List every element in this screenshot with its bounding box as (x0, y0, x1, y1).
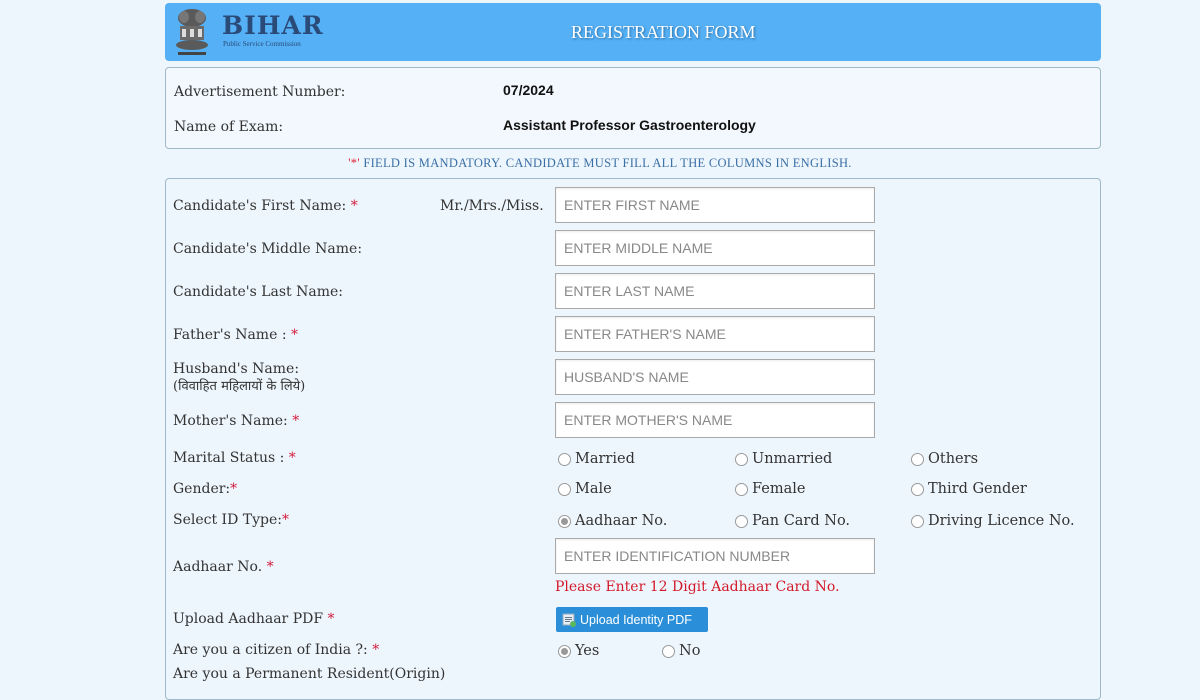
option-label: Pan Card No. (752, 513, 851, 529)
mandatory-notice: '*' FIELD IS MANDATORY. CANDIDATE MUST F… (0, 156, 1200, 171)
notice-text: FIELD IS MANDATORY. CANDIDATE MUST FILL … (359, 156, 852, 170)
advertisement-number-label: Advertisement Number: (174, 84, 346, 100)
option-label: Unmarried (752, 451, 833, 467)
aadhaar-label: Aadhaar No. * (173, 559, 274, 575)
option-label: Male (575, 481, 612, 497)
citizen-no-radio[interactable]: No (662, 643, 700, 659)
option-label: Others (928, 451, 979, 467)
required-marker: * (350, 198, 358, 214)
father-name-input[interactable] (555, 316, 875, 352)
required-marker: * (291, 327, 298, 343)
national-emblem-icon (170, 6, 214, 58)
citizen-label-text: Are you a citizen of India ?: (173, 642, 368, 658)
salutation-label: Mr./Mrs./Miss. (440, 198, 544, 214)
husband-name-label-text: Husband's Name: (173, 361, 300, 377)
id-type-label: Select ID Type:* (173, 512, 289, 528)
advertisement-number-value: 07/2024 (503, 82, 554, 98)
first-name-label: Candidate's First Name: * (173, 198, 358, 214)
id-driving-licence-radio[interactable]: Driving Licence No. (911, 513, 1075, 529)
required-marker: * (230, 481, 238, 497)
upload-file-icon (562, 613, 576, 627)
husband-name-label: Husband's Name: (विवाहित महिलायों के लिये… (173, 360, 305, 396)
husband-name-input[interactable] (555, 359, 875, 395)
required-marker: * (292, 413, 300, 429)
marital-others-radio[interactable]: Others (911, 451, 978, 467)
father-name-label: Father's Name : * (173, 327, 298, 343)
upload-button-label: Upload Identity PDF (580, 612, 692, 627)
radio-circle-selected[interactable] (558, 644, 571, 658)
required-marker: * (266, 559, 274, 575)
aadhaar-label-text: Aadhaar No. (173, 559, 263, 575)
option-label: No (679, 643, 701, 659)
exam-name-value: Assistant Professor Gastroenterology (503, 117, 756, 133)
radio-circle[interactable] (558, 452, 571, 466)
last-name-label: Candidate's Last Name: (173, 284, 343, 300)
radio-circle[interactable] (911, 482, 924, 496)
radio-circle[interactable] (735, 452, 748, 466)
radio-circle[interactable] (735, 514, 748, 528)
mother-name-input[interactable] (555, 402, 875, 438)
citizen-yes-radio[interactable]: Yes (558, 643, 599, 659)
gender-female-radio[interactable]: Female (735, 481, 805, 497)
option-label: Female (752, 481, 806, 497)
aadhaar-error-message: Please Enter 12 Digit Aadhaar Card No. (555, 579, 840, 595)
required-marker: * (288, 450, 296, 466)
id-type-label-text: Select ID Type: (173, 512, 282, 528)
radio-circle[interactable] (558, 482, 571, 496)
marital-married-radio[interactable]: Married (558, 451, 635, 467)
first-name-input[interactable] (555, 187, 875, 223)
upload-aadhaar-label: Upload Aadhaar PDF * (173, 611, 335, 627)
id-aadhaar-radio[interactable]: Aadhaar No. (558, 513, 667, 529)
gender-label: Gender:* (173, 481, 237, 497)
notice-star: '*' (348, 156, 360, 170)
first-name-label-text: Candidate's First Name: (173, 198, 347, 214)
upload-identity-pdf-button[interactable]: Upload Identity PDF (556, 607, 708, 632)
upload-aadhaar-label-text: Upload Aadhaar PDF (173, 611, 324, 627)
aadhaar-number-input[interactable] (555, 538, 875, 574)
citizen-label: Are you a citizen of India ?: * (173, 642, 379, 658)
brand-subtitle: Public Service Commission (223, 40, 301, 48)
father-name-label-text: Father's Name : (173, 327, 287, 343)
option-label: Yes (575, 643, 600, 659)
gender-label-text: Gender: (173, 481, 231, 497)
gender-third-radio[interactable]: Third Gender (911, 481, 1027, 497)
last-name-input[interactable] (555, 273, 875, 309)
mother-name-label: Mother's Name: * (173, 413, 299, 429)
header-banner: BIHAR Public Service Commission REGISTRA… (165, 3, 1101, 61)
marital-status-label: Marital Status : * (173, 450, 296, 466)
mother-name-label-text: Mother's Name: (173, 413, 288, 429)
option-label: Married (575, 451, 635, 467)
middle-name-label: Candidate's Middle Name: (173, 241, 363, 257)
exam-name-label: Name of Exam: (174, 119, 284, 135)
id-pan-radio[interactable]: Pan Card No. (735, 513, 850, 529)
option-label: Aadhaar No. (575, 513, 668, 529)
required-marker: * (372, 642, 380, 658)
radio-circle-selected[interactable] (558, 514, 571, 528)
permanent-resident-label: Are you a Permanent Resident(Origin) (173, 666, 446, 682)
gender-male-radio[interactable]: Male (558, 481, 612, 497)
radio-circle[interactable] (662, 644, 675, 658)
radio-circle[interactable] (735, 482, 748, 496)
radio-circle[interactable] (911, 514, 924, 528)
middle-name-input[interactable] (555, 230, 875, 266)
radio-circle[interactable] (911, 452, 924, 466)
required-marker: * (327, 611, 335, 627)
exam-info-panel: Advertisement Number: 07/2024 Name of Ex… (165, 67, 1101, 149)
marital-status-label-text: Marital Status : (173, 450, 285, 466)
brand-name: BIHAR (222, 11, 324, 40)
marital-unmarried-radio[interactable]: Unmarried (735, 451, 832, 467)
required-marker: * (281, 512, 289, 528)
option-label: Driving Licence No. (928, 513, 1075, 529)
husband-name-sublabel: (विवाहित महिलायों के लिये) (173, 379, 306, 394)
page-title: REGISTRATION FORM (571, 22, 756, 42)
option-label: Third Gender (928, 481, 1027, 497)
